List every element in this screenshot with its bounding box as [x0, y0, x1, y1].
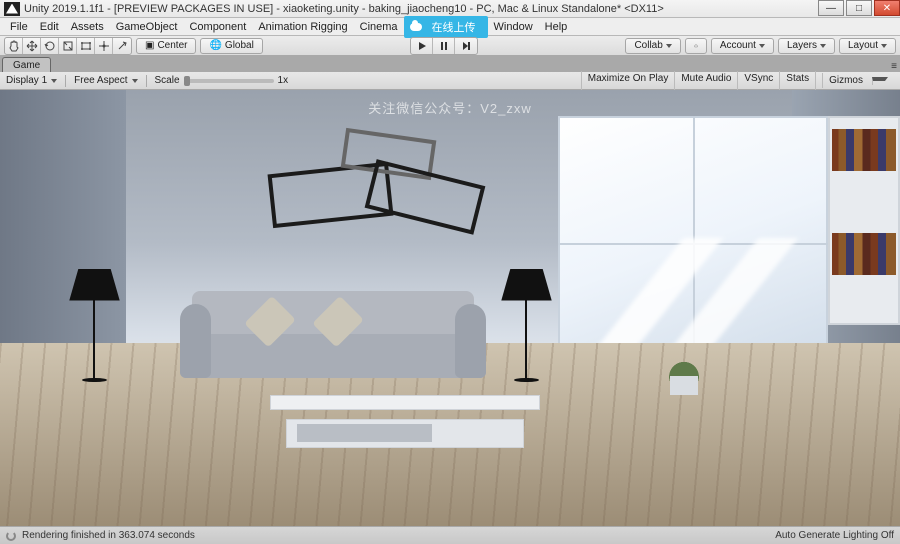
- menu-assets[interactable]: Assets: [65, 19, 110, 35]
- status-message: Rendering finished in 363.074 seconds: [22, 530, 195, 541]
- collab-dropdown[interactable]: Collab: [625, 38, 680, 54]
- menu-help[interactable]: Help: [539, 19, 574, 35]
- menu-window[interactable]: Window: [488, 19, 539, 35]
- menu-bar: File Edit Assets GameObject Component An…: [0, 18, 900, 36]
- chevron-down-icon: [881, 44, 887, 48]
- window-minimize-button[interactable]: —: [818, 0, 844, 16]
- menu-upload-label: 在线上传: [426, 17, 482, 37]
- vsync-toggle[interactable]: VSync: [737, 71, 779, 90]
- window-title: Unity 2019.1.1f1 - [PREVIEW PACKAGES IN …: [24, 3, 816, 15]
- scene-bookshelf: [828, 116, 900, 325]
- pause-button[interactable]: [433, 38, 455, 54]
- maximize-on-play-toggle[interactable]: Maximize On Play: [581, 71, 675, 90]
- scale-label: Scale: [155, 75, 180, 86]
- chevron-down-icon: [759, 44, 765, 48]
- scene-sofa: [180, 291, 486, 378]
- account-dropdown[interactable]: Account: [711, 38, 774, 54]
- scale-slider[interactable]: [184, 79, 274, 83]
- viewport-watermark: 关注微信公众号：V2_zxw: [368, 98, 532, 117]
- play-controls: [410, 37, 478, 55]
- game-control-strip: Display 1 Free Aspect Scale 1x Maximize …: [0, 72, 900, 90]
- gizmos-label: Gizmos: [822, 73, 869, 88]
- game-viewport[interactable]: 关注微信公众号：V2_zxw: [0, 90, 900, 526]
- menu-edit[interactable]: Edit: [34, 19, 65, 35]
- pivot-label: Center: [157, 40, 187, 51]
- scale-tool-button[interactable]: [59, 38, 77, 54]
- slider-thumb[interactable]: [184, 76, 190, 86]
- menu-upload-highlight[interactable]: 在线上传: [404, 16, 488, 38]
- lighting-status[interactable]: Auto Generate Lighting Off: [775, 530, 894, 541]
- menu-animation-rigging[interactable]: Animation Rigging: [252, 19, 353, 35]
- play-button[interactable]: [411, 38, 433, 54]
- space-global-toggle[interactable]: 🌐 Global: [200, 38, 262, 54]
- main-toolbar: ▣ Center 🌐 Global Collab Account Layers …: [0, 36, 900, 56]
- menu-gameobject[interactable]: GameObject: [110, 19, 184, 35]
- collab-label: Collab: [634, 40, 662, 51]
- status-bar: Rendering finished in 363.074 seconds Au…: [0, 526, 900, 544]
- stats-toggle[interactable]: Stats: [779, 71, 815, 90]
- display-label: Display 1: [6, 75, 47, 86]
- rotate-tool-button[interactable]: [41, 38, 59, 54]
- scene-books-row: [832, 233, 895, 275]
- chevron-down-icon: [666, 44, 672, 48]
- separator: [146, 75, 147, 87]
- scale-control: Scale 1x: [155, 75, 289, 86]
- mute-audio-toggle[interactable]: Mute Audio: [674, 71, 737, 90]
- unity-logo-icon: [4, 2, 20, 16]
- tab-game[interactable]: Game: [2, 57, 51, 72]
- separator: [65, 75, 66, 87]
- space-label: Global: [225, 40, 254, 51]
- cloud-icon: [410, 23, 422, 31]
- menu-component[interactable]: Component: [183, 19, 252, 35]
- scene-floor-lamp: [63, 269, 126, 382]
- chevron-down-icon: [132, 79, 138, 83]
- cloud-button[interactable]: [685, 38, 707, 54]
- aspect-label: Free Aspect: [74, 75, 127, 86]
- scene-frame: [365, 159, 486, 235]
- layout-label: Layout: [848, 40, 878, 51]
- scene-wall-frames: [270, 134, 486, 230]
- transform-tools: [4, 37, 132, 55]
- chevron-down-icon: [820, 44, 826, 48]
- layers-label: Layers: [787, 40, 817, 51]
- chevron-down-icon: [872, 77, 888, 85]
- transform-tool-button[interactable]: [95, 38, 113, 54]
- account-label: Account: [720, 40, 756, 51]
- custom-tool-button[interactable]: [113, 38, 131, 54]
- move-tool-button[interactable]: [23, 38, 41, 54]
- window-maximize-button[interactable]: □: [846, 0, 872, 16]
- layers-dropdown[interactable]: Layers: [778, 38, 835, 54]
- rect-tool-button[interactable]: [77, 38, 95, 54]
- scene-books-row: [832, 129, 895, 171]
- layout-dropdown[interactable]: Layout: [839, 38, 896, 54]
- step-button[interactable]: [455, 38, 477, 54]
- panel-tabstrip: Game ≡: [0, 56, 900, 72]
- display-dropdown[interactable]: Display 1: [6, 75, 57, 86]
- scale-value: 1x: [278, 75, 289, 86]
- gizmos-dropdown[interactable]: Gizmos: [815, 71, 894, 90]
- aspect-dropdown[interactable]: Free Aspect: [74, 75, 137, 86]
- menu-cinema[interactable]: Cinema: [354, 19, 404, 35]
- scene-plant: [666, 360, 702, 395]
- progress-spinner-icon: [6, 531, 16, 541]
- chevron-down-icon: [51, 79, 57, 83]
- pivot-center-toggle[interactable]: ▣ Center: [136, 38, 196, 54]
- hand-tool-button[interactable]: [5, 38, 23, 54]
- scene-coffee-table: [270, 395, 540, 447]
- menu-file[interactable]: File: [4, 19, 34, 35]
- window-close-button[interactable]: ✕: [874, 0, 900, 16]
- scene-floor-lamp: [495, 269, 558, 382]
